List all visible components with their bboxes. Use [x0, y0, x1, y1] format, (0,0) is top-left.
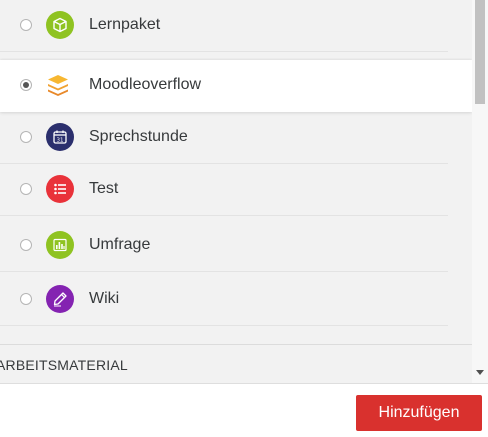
- scroll-down-arrow-icon[interactable]: [476, 370, 484, 375]
- activity-option-lernpaket[interactable]: Lernpaket: [0, 0, 448, 52]
- dialog-footer: Hinzufügen: [0, 383, 488, 437]
- svg-text:31: 31: [57, 137, 64, 143]
- activity-label: Umfrage: [89, 236, 151, 253]
- activity-label: Lernpaket: [89, 16, 161, 33]
- section-header-arbeitsmaterial[interactable]: ARBEITSMATERIAL: [0, 344, 472, 383]
- scrollbar-thumb[interactable]: [475, 0, 485, 104]
- add-button[interactable]: Hinzufügen: [356, 395, 482, 431]
- radio-button[interactable]: [20, 19, 32, 31]
- activity-label: Test: [89, 180, 119, 197]
- radio-button[interactable]: [20, 239, 32, 251]
- bar-chart-icon: [46, 231, 74, 259]
- pencil-icon: [46, 285, 74, 313]
- radio-button[interactable]: [20, 131, 32, 143]
- stack-icon: [44, 71, 72, 99]
- checklist-icon: [46, 175, 74, 203]
- radio-button[interactable]: [20, 183, 32, 195]
- radio-button[interactable]: [20, 293, 32, 305]
- activity-option-wiki[interactable]: Wiki: [0, 274, 448, 326]
- package-icon: [46, 11, 74, 39]
- calendar-icon: 31: [46, 123, 74, 151]
- activity-option-moodleoverflow[interactable]: Moodleoverflow: [0, 60, 472, 112]
- activity-option-sprechstunde[interactable]: 31 Sprechstunde: [0, 112, 448, 164]
- activity-label: Wiki: [89, 290, 120, 307]
- activity-list: Lernpaket Moodleoverflow 31 Sprechstunde: [0, 0, 472, 383]
- activity-option-test[interactable]: Test: [0, 164, 448, 216]
- activity-option-umfrage[interactable]: Umfrage: [0, 220, 448, 272]
- radio-button-selected[interactable]: [20, 79, 32, 91]
- activity-label: Sprechstunde: [89, 128, 188, 145]
- scrollbar[interactable]: [472, 0, 488, 383]
- activity-label: Moodleoverflow: [89, 76, 202, 93]
- section-label: ARBEITSMATERIAL: [0, 357, 128, 373]
